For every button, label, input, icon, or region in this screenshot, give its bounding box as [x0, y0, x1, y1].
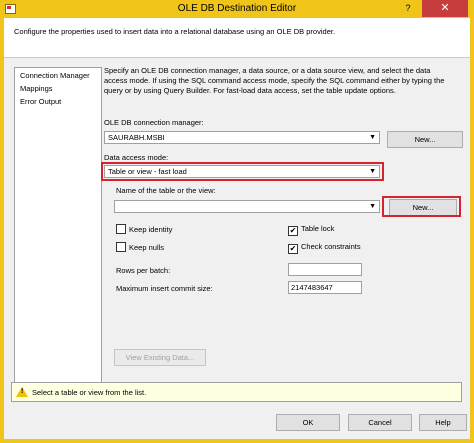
table-combo[interactable]: ▼ [114, 200, 380, 213]
highlight-access-mode [101, 162, 384, 181]
page-nav: Connection Manager Mappings Error Output [14, 67, 102, 385]
rows-per-batch-input[interactable] [288, 263, 362, 276]
connection-combo[interactable]: SAURABH.MSBI ▼ [104, 131, 380, 144]
keep-identity-checkbox[interactable]: Keep identity [116, 224, 172, 234]
warning-icon [16, 387, 28, 397]
nav-item-connection-manager[interactable]: Connection Manager [15, 69, 101, 82]
header-description: Configure the properties used to insert … [14, 27, 336, 36]
max-commit-input[interactable]: 2147483647 [288, 281, 362, 294]
nav-item-mappings[interactable]: Mappings [15, 82, 101, 95]
max-commit-label: Maximum insert commit size: [116, 284, 213, 293]
connection-value: SAURABH.MSBI [108, 133, 165, 142]
rows-per-batch-label: Rows per batch: [116, 266, 171, 275]
nav-item-error-output[interactable]: Error Output [15, 95, 101, 108]
check-icon: ✔ [288, 244, 298, 254]
status-bar: Select a table or view from the list. [11, 382, 462, 402]
status-message: Select a table or view from the list. [32, 388, 147, 397]
help-title-button[interactable]: ? [397, 0, 419, 17]
checkbox-box [116, 224, 126, 234]
chevron-down-icon: ▼ [369, 203, 376, 210]
main-description: Specify an OLE DB connection manager, a … [104, 66, 445, 95]
close-button[interactable]: ✕ [422, 0, 468, 17]
chevron-down-icon: ▼ [369, 134, 376, 141]
check-icon: ✔ [288, 226, 298, 236]
help-button[interactable]: Help [419, 414, 467, 431]
table-label: Name of the table or the view: [116, 186, 216, 195]
dialog-window: OLE DB Destination Editor ? ✕ Configure … [0, 0, 474, 443]
check-constraints-checkbox[interactable]: ✔ Check constraints [288, 242, 361, 254]
access-mode-label: Data access mode: [104, 153, 169, 162]
view-existing-data-button[interactable]: View Existing Data... [114, 349, 206, 366]
table-lock-checkbox[interactable]: ✔ Table lock [288, 224, 334, 236]
dialog-client: Configure the properties used to insert … [4, 18, 470, 439]
cancel-button[interactable]: Cancel [348, 414, 412, 431]
highlight-table-new [382, 196, 461, 217]
checkbox-box [116, 242, 126, 252]
header-band: Configure the properties used to insert … [4, 18, 470, 58]
connection-label: OLE DB connection manager: [104, 118, 204, 127]
keep-nulls-checkbox[interactable]: Keep nulls [116, 242, 164, 252]
title-bar[interactable]: OLE DB Destination Editor ? ✕ [0, 0, 474, 18]
connection-new-button[interactable]: New... [387, 131, 463, 148]
ok-button[interactable]: OK [276, 414, 340, 431]
